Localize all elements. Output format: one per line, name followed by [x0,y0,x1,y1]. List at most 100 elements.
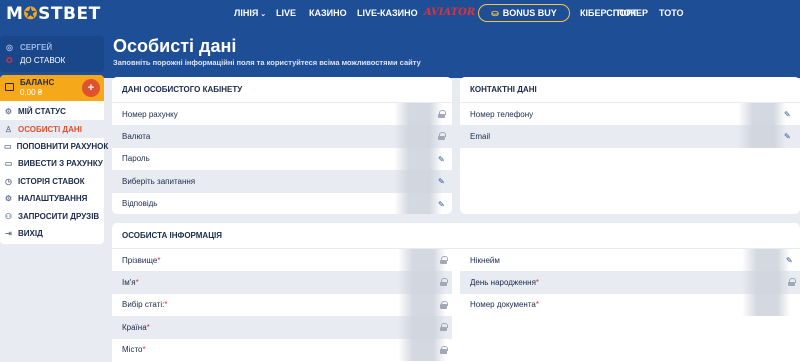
contacts-header: КОНТАКТНІ ДАНІ [460,77,800,103]
required-mark: * [535,278,540,288]
first-name-row: Ім'я * [112,271,452,294]
edit-pencil-icon[interactable]: ✎ [784,110,791,119]
password-row: Пароль ✎ [112,147,452,171]
personal-info-header: ОСОБИСТА ІНФОРМАЦІЯ [112,223,800,249]
surname-value [398,249,446,272]
to-bets-link[interactable]: ✪ ДО СТАВОК [6,54,98,67]
city-row: Місто * [112,338,452,361]
account-menu: ⚙ МІЙ СТАТУС ♙ ОСОБИСТІ ДАНІ ▭ ПОПОВНИТИ РА… [0,101,108,245]
account-number-row: Номер рахунку [112,103,452,126]
currency-row: Валюта [112,125,452,148]
person-icon: ♙ [4,124,13,134]
document-number-value [742,293,790,317]
personal-right-column: Нікнейм ✎ День народження * Номер докумен… [460,249,800,317]
top-nav: M✪STBET ЛІНІЯ ⌄ LIVE КАЗИНО LIVE-КАЗИНО A… [0,0,800,26]
phone-value [738,103,786,126]
page-subtitle: Заповніть порожні інформаційні поля та к… [113,58,421,67]
city-value [398,338,446,361]
lock-icon [440,300,448,311]
lock-icon [440,345,448,356]
nav-toto[interactable]: ТОТО [659,8,684,18]
lock-icon [440,256,448,266]
password-value [394,147,442,171]
edit-pencil-icon[interactable]: ✎ [438,155,445,164]
first-name-value [398,271,446,294]
mostbet-logo[interactable]: M✪STBET [6,4,101,24]
lock-icon [438,110,446,120]
surname-row: Прізвище * [112,249,452,272]
card-icon: ▭ [4,141,12,151]
user-block: ◎ СЕРГЕЙ ✪ ДО СТАВОК [0,36,104,72]
logo-star-icon: ✪ [23,4,39,24]
menu-bet-history[interactable]: ◷ ІСТОРІЯ СТАВОК [0,173,104,190]
edit-pencil-icon[interactable]: ✎ [438,177,445,186]
logo-text-pre: M [6,4,24,24]
required-mark: * [146,322,150,332]
answer-row: Відповідь ✎ [112,192,452,214]
answer-value [394,192,442,214]
required-mark: * [164,300,168,310]
plus-icon: + [87,82,95,94]
birthday-row: День народження * [460,271,800,294]
menu-logout[interactable]: ⇥ ВИХІД [0,225,104,242]
clock-icon: ◷ [5,176,12,186]
security-question-row: Виберіть запитання ✎ [112,170,452,193]
lock-icon [788,278,796,288]
contacts-card: КОНТАКТНІ ДАНІ Номер телефону ✎ Email ✎ [460,77,800,214]
nav-line[interactable]: ЛІНІЯ ⌄ [234,8,266,18]
bonus-buy-button[interactable]: ⛀ BONUS BUY [478,4,570,22]
nav-poker[interactable]: ПОКЕР [617,8,648,18]
document-number-row: Номер документа * [460,293,800,317]
edit-pencil-icon[interactable]: ✎ [438,200,445,209]
balance-block: БАЛАНС 0,00 ₴ + [0,75,104,101]
edit-pencil-icon[interactable]: ✎ [784,132,791,141]
security-question-value [394,170,442,193]
status-icon: ⚙ [4,107,13,117]
gender-value [398,293,446,317]
cart-icon: ⛀ [491,7,499,18]
nav-casino[interactable]: КАЗИНО [309,8,347,18]
lock-icon [440,323,448,333]
menu-my-status[interactable]: ⚙ МІЙ СТАТУС [0,103,104,120]
gender-row: Вибір статі: * [112,293,452,317]
logo-text-post: STBET [38,4,101,24]
card-icon: ▭ [4,159,13,169]
deposit-plus-button[interactable]: + [82,79,100,97]
exit-icon: ⇥ [5,228,12,238]
birthday-value [742,271,790,294]
chevron-down-icon: ⌄ [260,11,267,18]
phone-row: Номер телефону ✎ [460,103,800,126]
email-row: Email ✎ [460,125,800,148]
nickname-value [742,249,790,272]
page-title: Особисті дані [113,36,237,56]
menu-deposit[interactable]: ▭ ПОПОВНИТИ РАХУНОК [0,138,108,155]
menu-settings[interactable]: ⚙ НАЛАШТУВАННЯ [0,190,104,207]
gear-icon: ⚙ [4,194,13,204]
lock-icon [438,132,446,142]
required-mark: * [142,345,146,355]
nav-live[interactable]: LIVE [276,8,296,18]
personal-info-card: ОСОБИСТА ІНФОРМАЦІЯ Прізвище * Ім'я * Вибі… [112,223,800,362]
required-mark: * [135,278,139,288]
menu-personal-data[interactable]: ♙ ОСОБИСТІ ДАНІ [0,120,104,138]
required-mark: * [157,255,161,265]
country-value [398,316,446,339]
lock-icon [440,278,448,288]
nav-live-casino[interactable]: LIVE-КАЗИНО [357,8,418,18]
bets-icon: ✪ [6,56,13,65]
edit-pencil-icon[interactable]: ✎ [786,256,793,265]
nav-aviator[interactable]: Aviator [424,7,475,18]
email-value [738,125,786,148]
cabinet-card: ДАНІ ОСОБИСТОГО КАБІНЕТУ Номер рахунку В… [112,77,452,214]
nickname-row: Нікнейм ✎ [460,249,800,272]
required-mark: * [535,300,539,310]
menu-invite-friends[interactable]: ⚇ ЗАПРОСИТИ ДРУЗІВ [0,207,104,224]
account-number-value [394,103,442,126]
wallet-icon [5,83,14,91]
currency-value [394,125,442,148]
menu-withdraw[interactable]: ▭ ВИВЕСТИ З РАХУНКУ [0,155,104,172]
country-row: Країна * [112,316,452,339]
cabinet-header: ДАНІ ОСОБИСТОГО КАБІНЕТУ [112,77,452,103]
sidebar: ◎ СЕРГЕЙ ✪ ДО СТАВОК БАЛАНС 0,00 ₴ + ⚙ МІЙ … [0,36,108,245]
user-name-row[interactable]: ◎ СЕРГЕЙ [6,41,98,54]
